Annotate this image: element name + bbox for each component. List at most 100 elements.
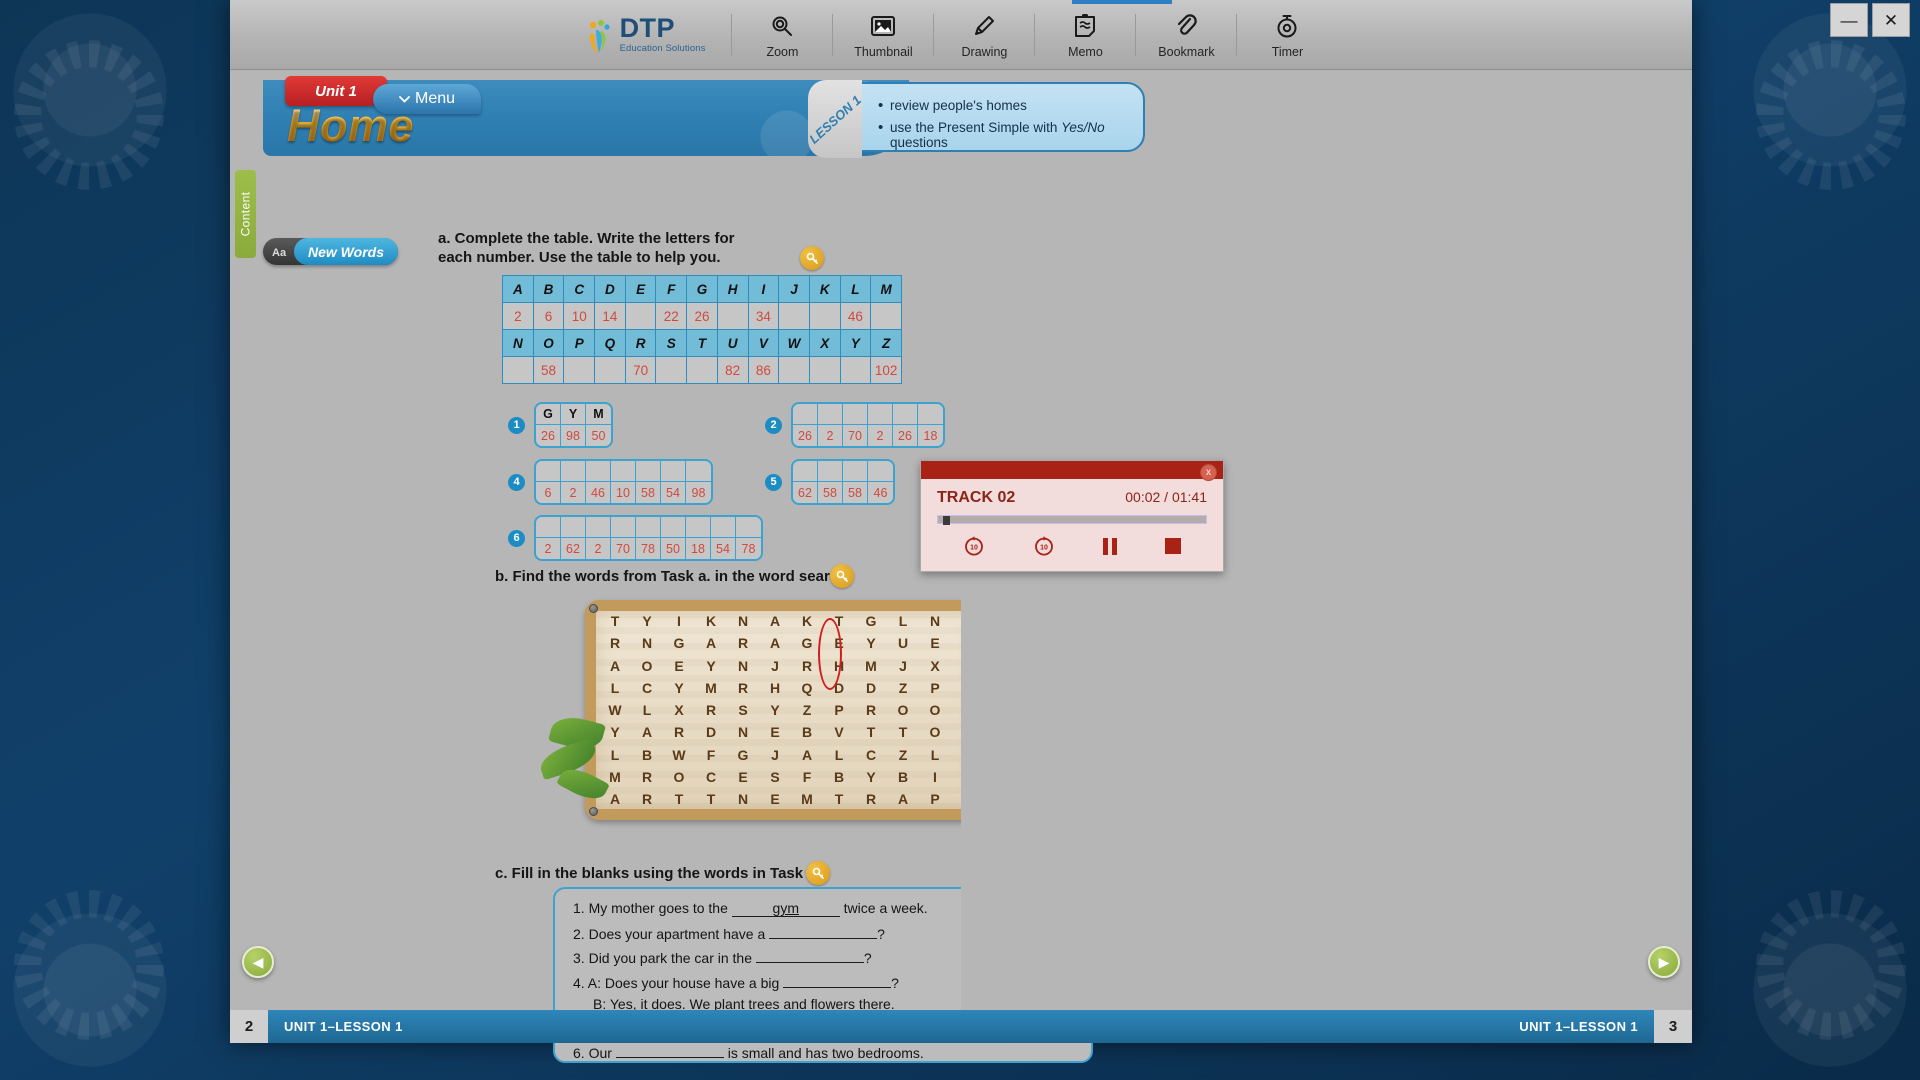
word-search-letter[interactable]: C [631,680,663,696]
word-search-letter[interactable]: Z [791,702,823,718]
word-search-letter[interactable]: M [599,769,631,785]
word-search-letter[interactable]: B [631,747,663,763]
word-search-letter[interactable]: A [695,635,727,651]
word-search-letter[interactable]: Y [855,769,887,785]
alphabet-number-cell[interactable]: 82 [716,356,749,384]
puzzle-group-1[interactable]: 1 G 26 Y 98 M 50 [508,402,613,448]
previous-page-button[interactable]: ◀ [242,946,274,978]
word-search-letter[interactable]: O [919,724,951,740]
puzzle-letter-input[interactable] [636,517,660,538]
alphabet-number-cell[interactable]: 102 [870,356,902,384]
puzzle-letter-input[interactable] [711,517,735,538]
word-search-letter[interactable]: K [695,613,727,629]
alphabet-number-cell[interactable] [716,302,749,330]
forward-10-button[interactable]: 10 [1033,535,1055,557]
word-search-letter[interactable]: Y [631,613,663,629]
word-search-letter[interactable]: P [823,702,855,718]
word-search-letter[interactable]: E [759,724,791,740]
word-search-letter[interactable]: E [919,635,951,651]
word-search-letter[interactable]: M [695,680,727,696]
word-search-letter[interactable]: T [823,791,855,807]
word-search-letter[interactable]: S [759,769,791,785]
puzzle-letter-input[interactable] [818,461,842,482]
puzzle-letter-input[interactable] [536,517,560,538]
puzzle-letter-input[interactable] [661,517,685,538]
audio-player[interactable]: x TRACK 02 00:02 / 01:41 10 10 [920,460,1224,572]
word-search-letter[interactable]: K [791,613,823,629]
alphabet-number-cell[interactable] [624,302,657,330]
word-search-letter[interactable]: Y [855,635,887,651]
alphabet-number-cell[interactable] [778,356,810,384]
word-search-letter[interactable]: L [599,747,631,763]
word-search-letter[interactable]: E [727,769,759,785]
word-search-letter[interactable]: E [663,658,695,674]
word-search-letter[interactable]: W [599,702,631,718]
puzzle-letter-input[interactable] [893,404,917,425]
word-search-letter[interactable]: R [855,791,887,807]
puzzle-letter-input[interactable] [843,461,867,482]
word-search-letter[interactable]: N [919,613,951,629]
word-search-letter[interactable]: P [919,680,951,696]
word-search-letter[interactable]: O [663,769,695,785]
word-search-letter[interactable]: N [727,724,759,740]
word-search-letter[interactable]: R [631,791,663,807]
puzzle-letter-input[interactable] [686,517,710,538]
puzzle-group-6[interactable]: 6 2 62 2 70 78 50 18 54 78 [508,515,763,561]
word-search-letter[interactable]: N [631,635,663,651]
memo-tool-button[interactable]: Memo [1035,3,1135,67]
word-search-letter[interactable]: R [727,680,759,696]
word-search-letter[interactable]: F [791,769,823,785]
puzzle-letter-input[interactable] [561,461,585,482]
puzzle-letter-input[interactable] [736,517,761,538]
word-search-letter[interactable]: Z [887,680,919,696]
word-search-letter[interactable]: R [855,702,887,718]
puzzle-letter-input[interactable] [586,461,610,482]
word-search-letter[interactable]: I [919,769,951,785]
stop-button[interactable] [1165,538,1181,554]
word-search-letter[interactable]: A [759,613,791,629]
rewind-10-button[interactable]: 10 [963,535,985,557]
word-search-letter[interactable]: P [919,791,951,807]
alphabet-number-cell[interactable] [502,356,534,384]
word-search-letter[interactable]: N [727,791,759,807]
word-search-letter[interactable]: G [727,747,759,763]
alphabet-number-cell[interactable]: 46 [839,302,872,330]
word-search-letter[interactable]: M [791,791,823,807]
word-search-letter[interactable]: O [887,702,919,718]
alphabet-number-cell[interactable] [808,302,841,330]
alphabet-number-cell[interactable] [655,356,688,384]
puzzle-letter-input[interactable] [611,517,635,538]
word-search-letter[interactable]: F [695,747,727,763]
word-search-letter[interactable]: L [919,747,951,763]
alphabet-number-cell[interactable]: 14 [594,302,626,330]
word-search-letter[interactable]: L [887,613,919,629]
word-search-letter[interactable]: C [855,747,887,763]
audio-progress-bar[interactable] [937,515,1207,525]
word-search-letter[interactable]: D [695,724,727,740]
word-search-letter[interactable]: A [759,635,791,651]
bookmark-tool-button[interactable]: Bookmark [1136,3,1236,67]
word-search-letter[interactable]: A [791,747,823,763]
word-search-letter[interactable]: D [855,680,887,696]
alphabet-number-cell[interactable] [563,356,596,384]
word-search-letter[interactable]: Q [791,680,823,696]
blank-answer-field[interactable] [769,937,878,939]
puzzle-letter-input[interactable] [561,517,585,538]
alphabet-number-cell[interactable] [808,356,841,384]
pause-button[interactable] [1103,537,1117,555]
word-search-letter[interactable]: O [631,658,663,674]
word-search-letter[interactable]: Y [599,724,631,740]
word-search-letter[interactable]: R [631,769,663,785]
puzzle-letter-input[interactable] [868,461,893,482]
puzzle-group-5[interactable]: 5 62 58 58 46 [765,459,895,505]
word-search-letter[interactable]: Y [759,702,791,718]
alphabet-number-cell[interactable] [839,356,872,384]
word-search-letter[interactable]: Y [695,658,727,674]
word-search-letter[interactable]: N [727,658,759,674]
puzzle-letter-input[interactable] [636,461,660,482]
word-search-letter[interactable]: L [599,680,631,696]
puzzle-group-2[interactable]: 2 26 2 70 2 26 18 [765,402,945,448]
word-search-letter[interactable]: J [759,747,791,763]
alphabet-number-cell[interactable]: 34 [747,302,780,330]
word-search-letter[interactable]: H [759,680,791,696]
